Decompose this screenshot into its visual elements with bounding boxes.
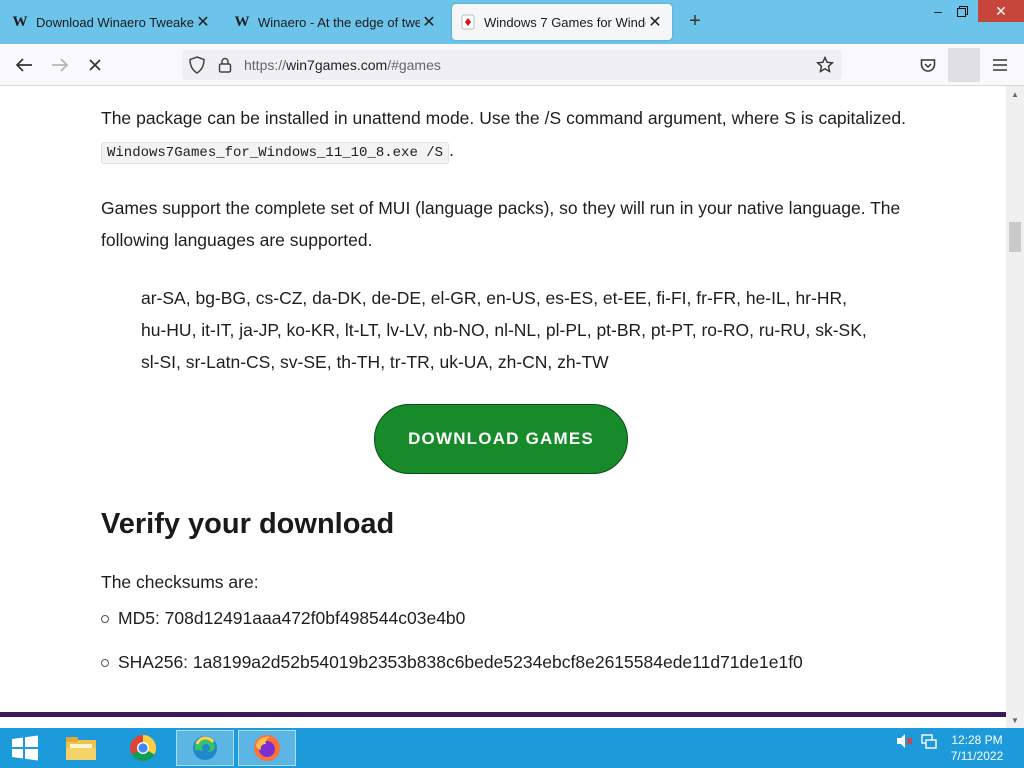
card-icon: [460, 14, 476, 30]
tab-strip: W Download Winaero Tweaker ✕ W Winaero -…: [0, 0, 1024, 44]
firefox-button[interactable]: [238, 730, 296, 766]
address-bar[interactable]: https://win7games.com/#games: [182, 50, 842, 80]
clock-time: 12:28 PM: [951, 733, 1003, 747]
winaero-favicon-icon: W: [234, 13, 250, 30]
tab-download-winaero-tweaker[interactable]: W Download Winaero Tweaker ✕: [4, 4, 220, 40]
lock-icon[interactable]: [216, 56, 234, 74]
close-tab-icon[interactable]: ✕: [646, 12, 664, 32]
network-icon[interactable]: [920, 732, 938, 750]
winaero-favicon-icon: W: [12, 13, 28, 30]
stop-loading-icon[interactable]: [82, 53, 108, 77]
tab-winaero[interactable]: W Winaero - At the edge of tweak ✕: [226, 4, 446, 40]
windows-logo-icon: [12, 735, 38, 761]
tracking-shield-icon[interactable]: [188, 56, 206, 74]
start-button[interactable]: [0, 730, 50, 766]
navigation-toolbar: https://win7games.com/#games: [0, 44, 1024, 86]
md5-checksum: MD5: 708d12491aaa472f0bf498544c03e4b0: [101, 608, 465, 629]
firefox-icon: [254, 735, 280, 761]
scrollbar-thumb[interactable]: [1009, 222, 1021, 252]
unattend-paragraph: The package can be installed in unattend…: [101, 102, 906, 169]
verify-heading: Verify your download: [101, 508, 395, 540]
account-avatar[interactable]: [948, 48, 980, 82]
languages-list: ar-SA, bg-BG, cs-CZ, da-DK, de-DE, el-GR…: [141, 288, 867, 372]
speaker-muted-icon[interactable]: [896, 732, 914, 750]
vertical-scrollbar[interactable]: ▲ ▼: [1006, 86, 1024, 728]
install-command-code: Windows7Games_for_Windows_11_10_8.exe /S: [101, 142, 450, 164]
tab-windows-7-games[interactable]: Windows 7 Games for Window ✕: [452, 4, 672, 40]
clock-date: 7/11/2022: [950, 749, 1004, 763]
hamburger-menu-icon[interactable]: [987, 53, 1013, 77]
checksums-intro: The checksums are:: [101, 572, 259, 592]
mui-paragraph: Games support the complete set of MUI (l…: [101, 198, 901, 250]
restore-icon[interactable]: [946, 0, 978, 22]
system-clock[interactable]: 12:28 PM 7/11/2022: [938, 732, 1016, 764]
forward-arrow-icon[interactable]: [47, 53, 73, 77]
sha256-checksum: SHA256: 1a8199a2d52b54019b2353b838c6bede…: [101, 652, 803, 673]
tab-title: Winaero - At the edge of tweak: [258, 14, 420, 30]
scroll-up-icon[interactable]: ▲: [1006, 86, 1024, 102]
pocket-icon[interactable]: [915, 53, 941, 77]
taskbar: 12:28 PM 7/11/2022: [0, 728, 1024, 768]
chrome-button[interactable]: [114, 730, 172, 766]
folder-icon: [66, 737, 96, 760]
scroll-down-icon[interactable]: ▼: [1006, 712, 1024, 728]
close-tab-icon[interactable]: ✕: [420, 12, 438, 32]
bookmark-star-icon[interactable]: [816, 56, 834, 74]
window-close-icon[interactable]: ✕: [978, 0, 1024, 22]
edge-button[interactable]: [176, 730, 234, 766]
close-tab-icon[interactable]: ✕: [194, 12, 212, 32]
tab-title: Download Winaero Tweaker: [36, 14, 194, 30]
back-arrow-icon[interactable]: [11, 53, 37, 77]
new-tab-button[interactable]: +: [684, 10, 706, 32]
tab-title: Windows 7 Games for Window: [484, 14, 646, 30]
edge-icon: [193, 736, 217, 760]
file-explorer-button[interactable]: [52, 730, 110, 766]
url-text[interactable]: https://win7games.com/#games: [244, 57, 441, 73]
chrome-icon: [130, 734, 157, 762]
page-content: The package can be installed in unattend…: [0, 86, 1006, 712]
download-games-button[interactable]: DOWNLOAD GAMES: [374, 404, 628, 474]
bullet-icon: [101, 614, 109, 623]
bullet-icon: [101, 658, 109, 667]
